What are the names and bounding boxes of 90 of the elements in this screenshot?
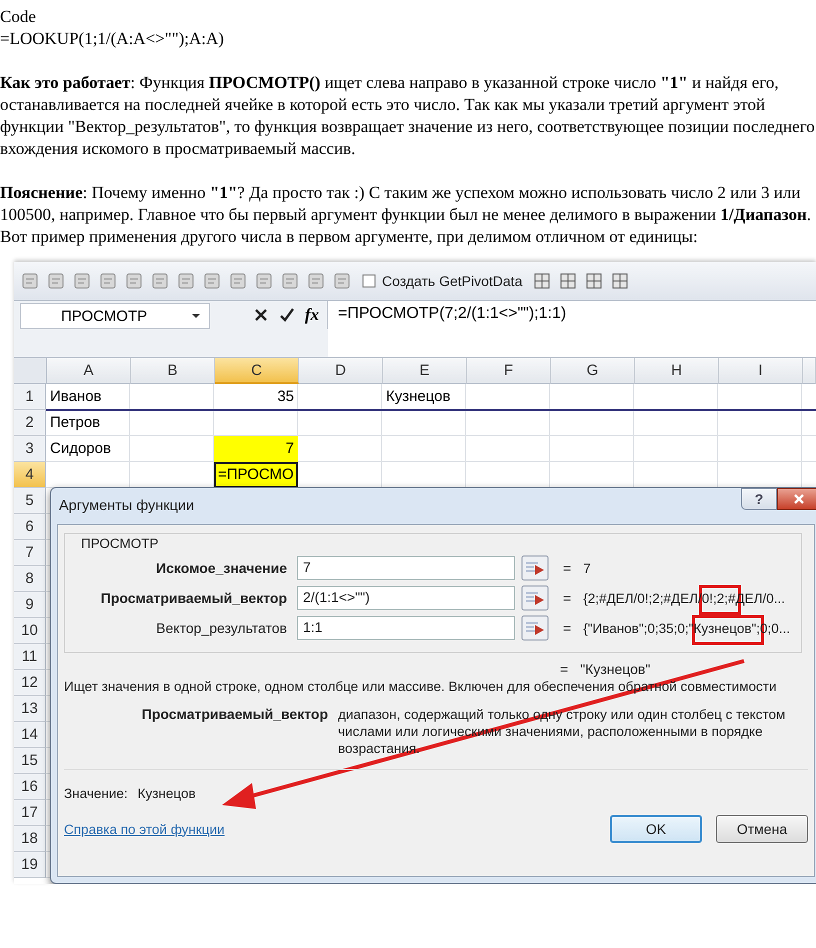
toolbar-icon[interactable] [98, 271, 118, 291]
function-name: ПРОСМОТР [81, 536, 159, 551]
row-header[interactable]: 18 [14, 826, 46, 852]
paragraph: Как это работает: Функция ПРОСМОТР() ищет слева направо в указанной строке число "1" и найдя его, останавливается на последней ячейке в которой есть это число. Так как мы указали третий аргумент этой функции "Вектор_результатов", то функция возвращает значение из него, соответствующее позиции последнего вхождения искомого в просматриваемый массив. [0, 72, 816, 160]
collapse-dialog-icon[interactable] [521, 615, 549, 641]
argument-label: Просматриваемый_вектор [100, 590, 288, 606]
formula-field[interactable]: =ПРОСМОТР(7;2/(1:1<>"");1:1) [328, 301, 816, 357]
toolbar-icon[interactable] [254, 271, 274, 291]
close-button[interactable] [777, 488, 816, 510]
toolbar-icon[interactable] [532, 271, 552, 291]
column-header[interactable]: H [635, 358, 719, 384]
toolbar-icon[interactable] [584, 271, 604, 291]
toolbar-icon[interactable] [150, 271, 170, 291]
row-header[interactable]: 16 [14, 774, 46, 800]
toolbar-icon[interactable] [228, 271, 248, 291]
toolbar-icon[interactable] [558, 271, 578, 291]
toolbar-icon[interactable] [332, 271, 352, 291]
row-header[interactable]: 6 [14, 514, 46, 540]
row-header[interactable]: 14 [14, 722, 46, 748]
column-header[interactable]: C [215, 358, 299, 384]
row-header[interactable]: 17 [14, 800, 46, 826]
argument-field[interactable]: 7 [297, 556, 515, 580]
value-label: Значение: [64, 786, 128, 801]
dialog-button[interactable]: OK [610, 815, 702, 843]
insert-function-button[interactable]: fx [304, 305, 319, 325]
collapse-dialog-icon[interactable] [521, 585, 549, 611]
row-header[interactable]: 5 [14, 488, 46, 514]
help-button[interactable]: ? [741, 488, 777, 510]
toolbar-icon[interactable] [20, 271, 40, 291]
create-getpivotdata-button[interactable]: Создать GetPivotData [358, 273, 526, 289]
row-header[interactable]: 10 [14, 618, 46, 644]
equals-sign: = [563, 590, 572, 606]
row-header[interactable]: 9 [14, 592, 46, 618]
toolbar-icon[interactable] [306, 271, 326, 291]
row-header[interactable]: 11 [14, 644, 46, 670]
formula-result: "Кузнецов" [580, 661, 650, 677]
toolbar-icon[interactable] [280, 271, 300, 291]
column-header[interactable]: F [467, 358, 551, 384]
column-header[interactable]: A [47, 358, 131, 384]
row-header[interactable]: 3 [14, 436, 46, 462]
row-header[interactable]: 12 [14, 670, 46, 696]
code-label: Code [0, 6, 37, 28]
argument-label: Вектор_результатов [155, 620, 288, 636]
toolbar-icon[interactable] [176, 271, 196, 291]
toolbar-icon[interactable] [46, 271, 66, 291]
table-cell[interactable]: Кузнецов [382, 384, 466, 410]
column-header[interactable]: D [299, 358, 383, 384]
column-header[interactable]: G [551, 358, 635, 384]
row-header[interactable]: 7 [14, 540, 46, 566]
code-formula: =LOOKUP(1;1/(A:A<>"");A:A) [0, 28, 225, 50]
column-header[interactable] [803, 358, 816, 384]
column-header[interactable]: I [719, 358, 803, 384]
argument-help-label: Просматриваемый_вектор [140, 706, 329, 724]
checkbox-icon [362, 274, 376, 288]
table-cell[interactable]: 7 [214, 436, 298, 462]
row-header[interactable]: 1 [14, 384, 46, 410]
dialog-title: Аргументы функции [59, 498, 194, 514]
row-header[interactable]: 15 [14, 748, 46, 774]
dialog-button[interactable]: Отмена [716, 815, 808, 843]
toolbar-icon[interactable] [610, 271, 630, 291]
cancel-icon[interactable] [252, 307, 269, 323]
value-text: Кузнецов [138, 786, 196, 801]
table-cell[interactable]: 35 [214, 384, 298, 410]
equals-sign: = [563, 560, 572, 576]
equals-sign: = [560, 661, 568, 677]
table-cell[interactable]: Петров [46, 410, 130, 436]
argument-field[interactable]: 2/(1:1<>"") [297, 586, 515, 610]
help-link[interactable]: Справка по этой функции [64, 822, 225, 836]
column-header[interactable]: B [131, 358, 215, 384]
name-box[interactable]: ПРОСМОТР [20, 303, 210, 329]
argument-result: 7 [583, 560, 591, 576]
table-cell[interactable]: Иванов [46, 384, 130, 410]
row-header[interactable]: 4 [14, 462, 46, 488]
paragraph: Пояснение: Почему именно "1"? Да просто так :) С таким же успехом можно использовать число 2 или 3 или 100500, например. Главное что бы первый аргумент функции был не менее делимого в выражении 1/Диапазон. Вот пример применения другого числа в первом аргументе, при делимом отличном от единицы: [0, 182, 812, 248]
toolbar-icon[interactable] [72, 271, 92, 291]
argument-label: Искомое_значение [155, 560, 288, 576]
toolbar-icon[interactable] [202, 271, 222, 291]
toolbar-icon[interactable] [124, 271, 144, 291]
collapse-dialog-icon[interactable] [521, 555, 549, 581]
argument-field[interactable]: 1:1 [297, 616, 515, 640]
row-header[interactable]: 8 [14, 566, 46, 592]
row-header[interactable]: 13 [14, 696, 46, 722]
table-cell[interactable]: =ПРОСМО [214, 462, 298, 488]
table-cell[interactable]: Сидоров [46, 436, 130, 462]
row-header[interactable]: 19 [14, 852, 46, 878]
equals-sign: = [563, 620, 572, 636]
close-icon [793, 493, 805, 505]
check-icon[interactable] [278, 307, 295, 323]
column-header[interactable]: E [383, 358, 467, 384]
row-header[interactable]: 2 [14, 410, 46, 436]
